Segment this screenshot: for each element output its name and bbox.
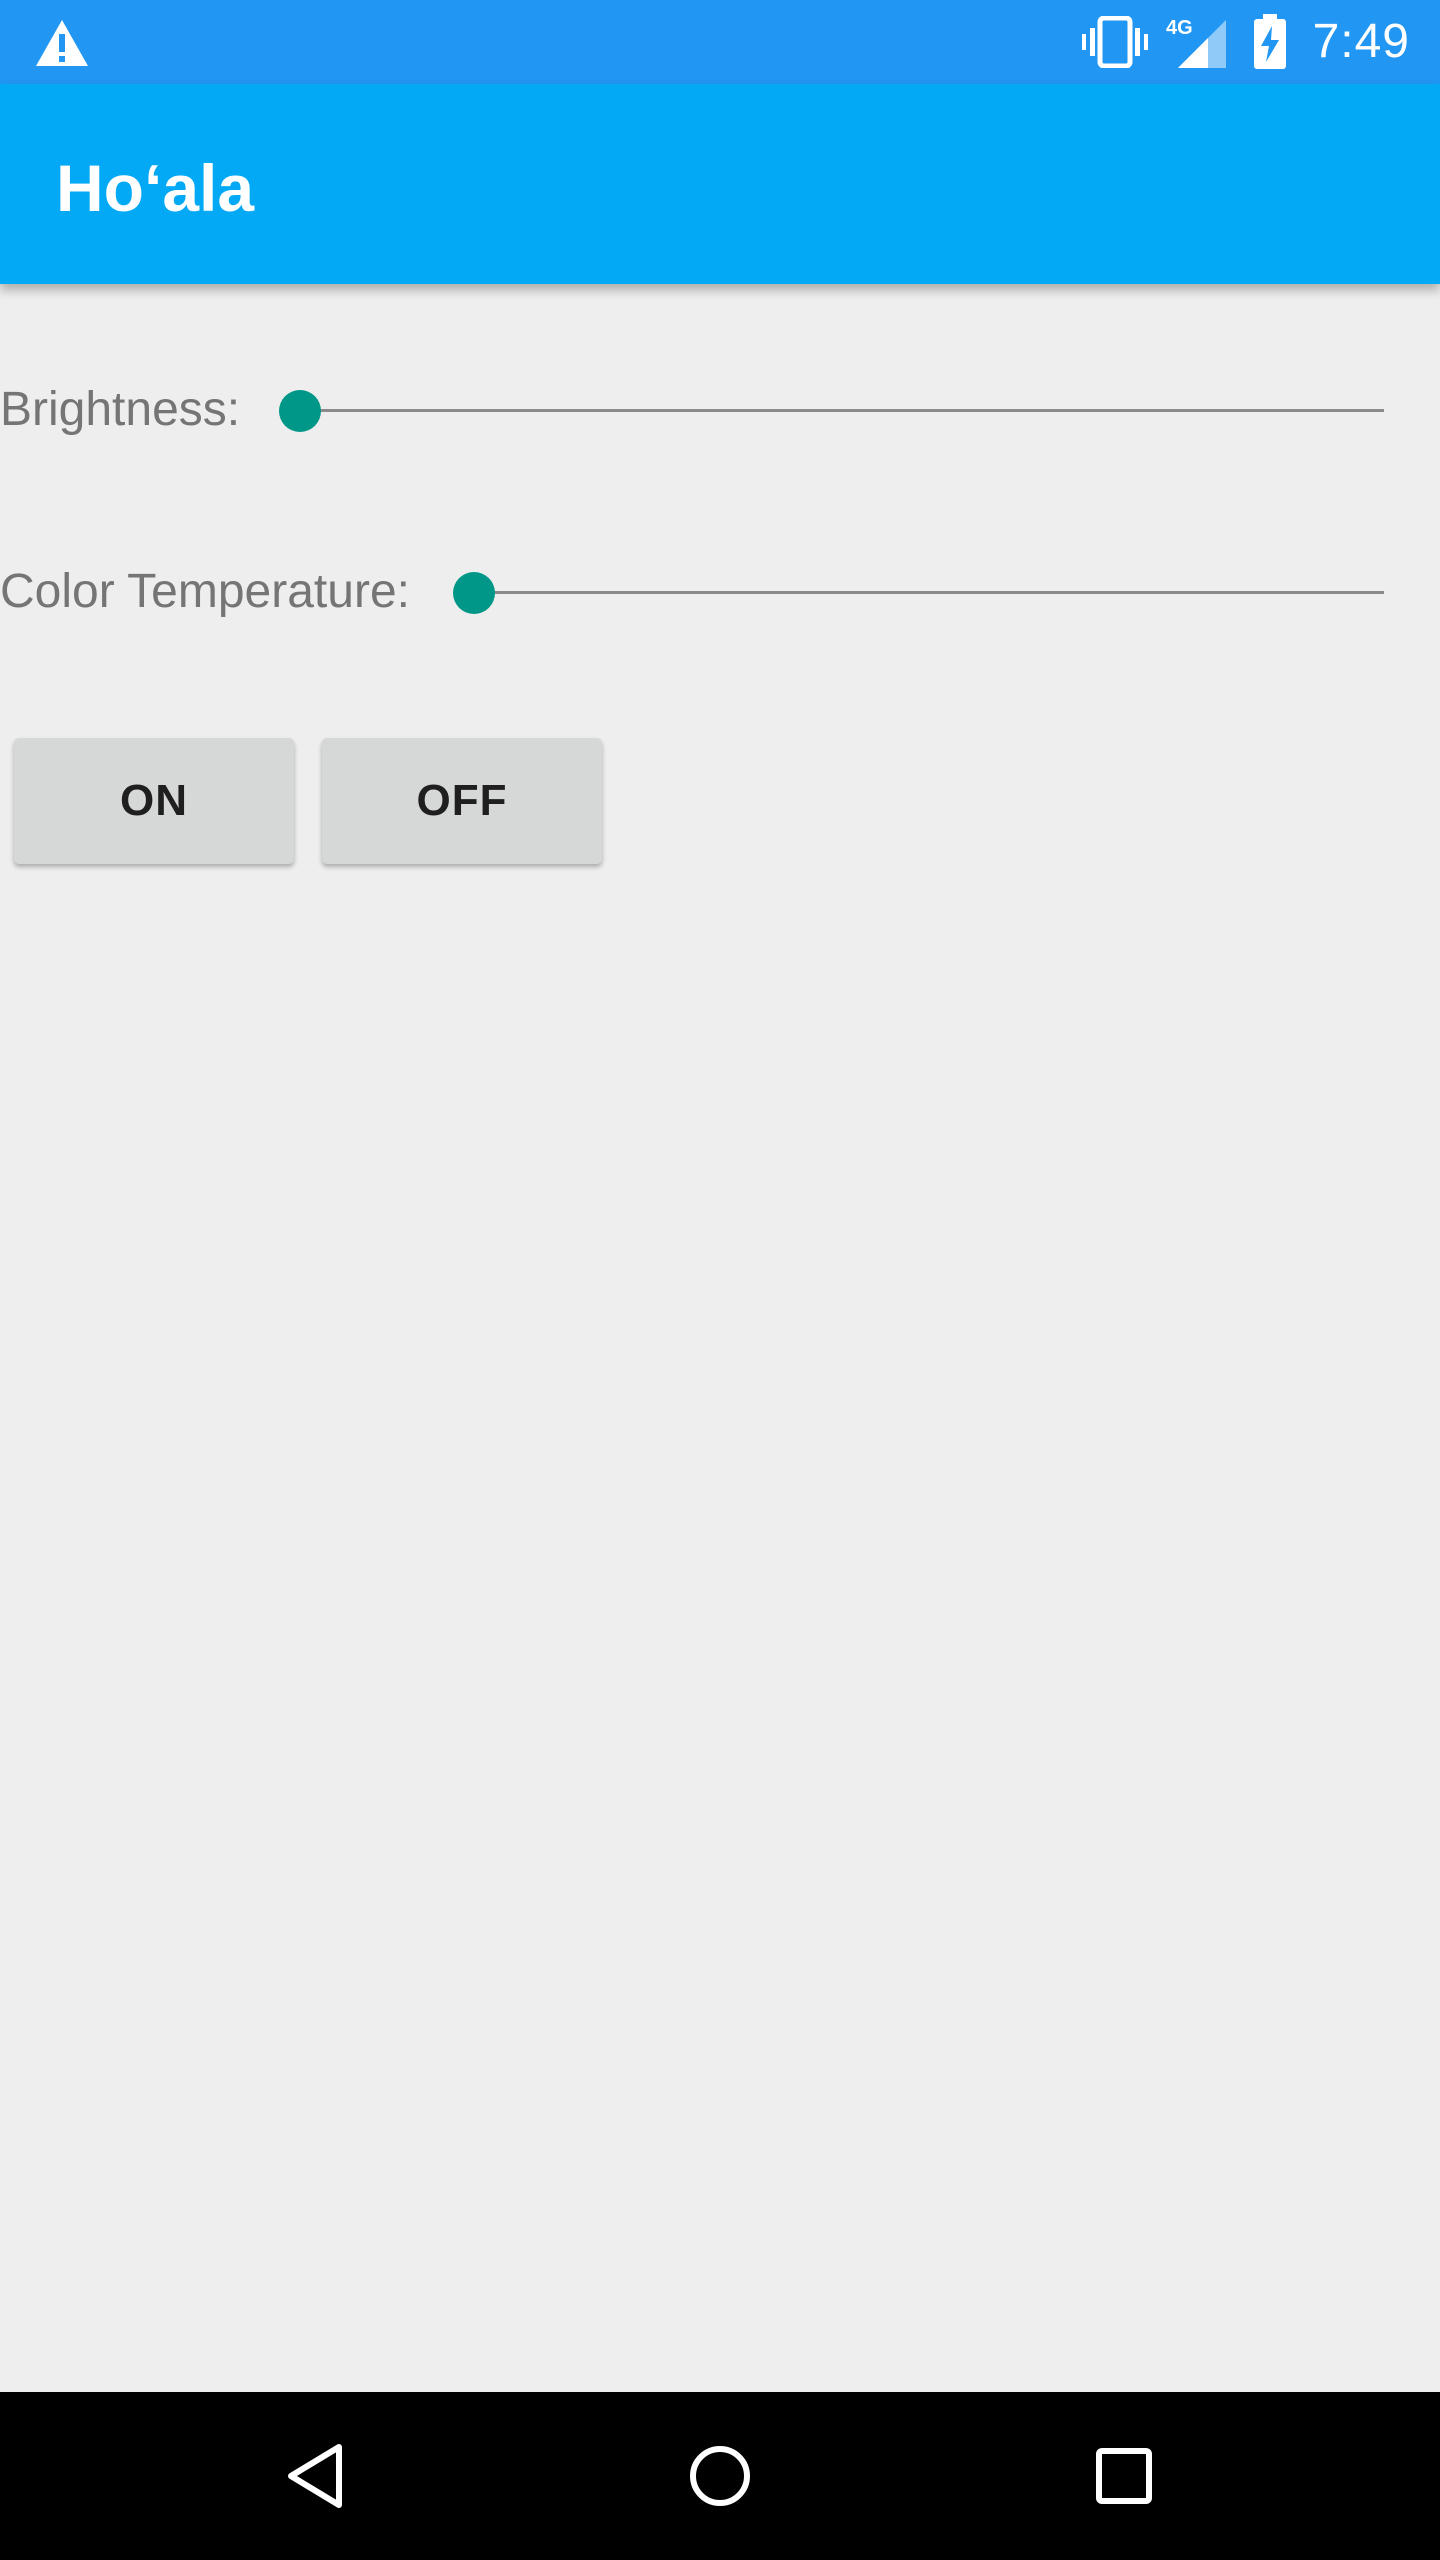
recents-icon: [1096, 2448, 1152, 2504]
app-screen: 4G 7:49 Ho‘ala Brightness: Color Tempera…: [0, 0, 1440, 2560]
navigation-bar: [0, 2392, 1440, 2560]
app-title: Ho‘ala: [56, 151, 255, 225]
app-bar: Ho‘ala: [0, 84, 1440, 284]
color-temperature-slider-thumb[interactable]: [453, 572, 495, 614]
status-bar: 4G 7:49: [0, 0, 1440, 84]
status-clock: 7:49: [1312, 15, 1410, 68]
brightness-label: Brightness:: [0, 383, 241, 436]
color-temperature-label: Color Temperature:: [0, 565, 410, 618]
signal-icon: 4G: [1166, 17, 1226, 68]
color-temperature-slider[interactable]: [453, 562, 1384, 622]
back-button[interactable]: [266, 2426, 366, 2526]
color-temperature-slider-track[interactable]: [474, 591, 1384, 594]
on-button[interactable]: ON: [14, 738, 294, 864]
back-icon: [288, 2444, 342, 2508]
warning-icon: [36, 20, 88, 66]
brightness-slider[interactable]: [279, 380, 1384, 440]
recents-button[interactable]: [1074, 2426, 1174, 2526]
brightness-slider-thumb[interactable]: [279, 390, 321, 432]
off-button[interactable]: OFF: [322, 738, 602, 864]
brightness-slider-track[interactable]: [300, 409, 1384, 412]
home-button[interactable]: [670, 2426, 770, 2526]
network-type-label: 4G: [1166, 17, 1193, 39]
home-icon: [690, 2446, 750, 2506]
battery-charging-icon: [1254, 14, 1286, 69]
vibrate-icon: [1082, 16, 1148, 68]
